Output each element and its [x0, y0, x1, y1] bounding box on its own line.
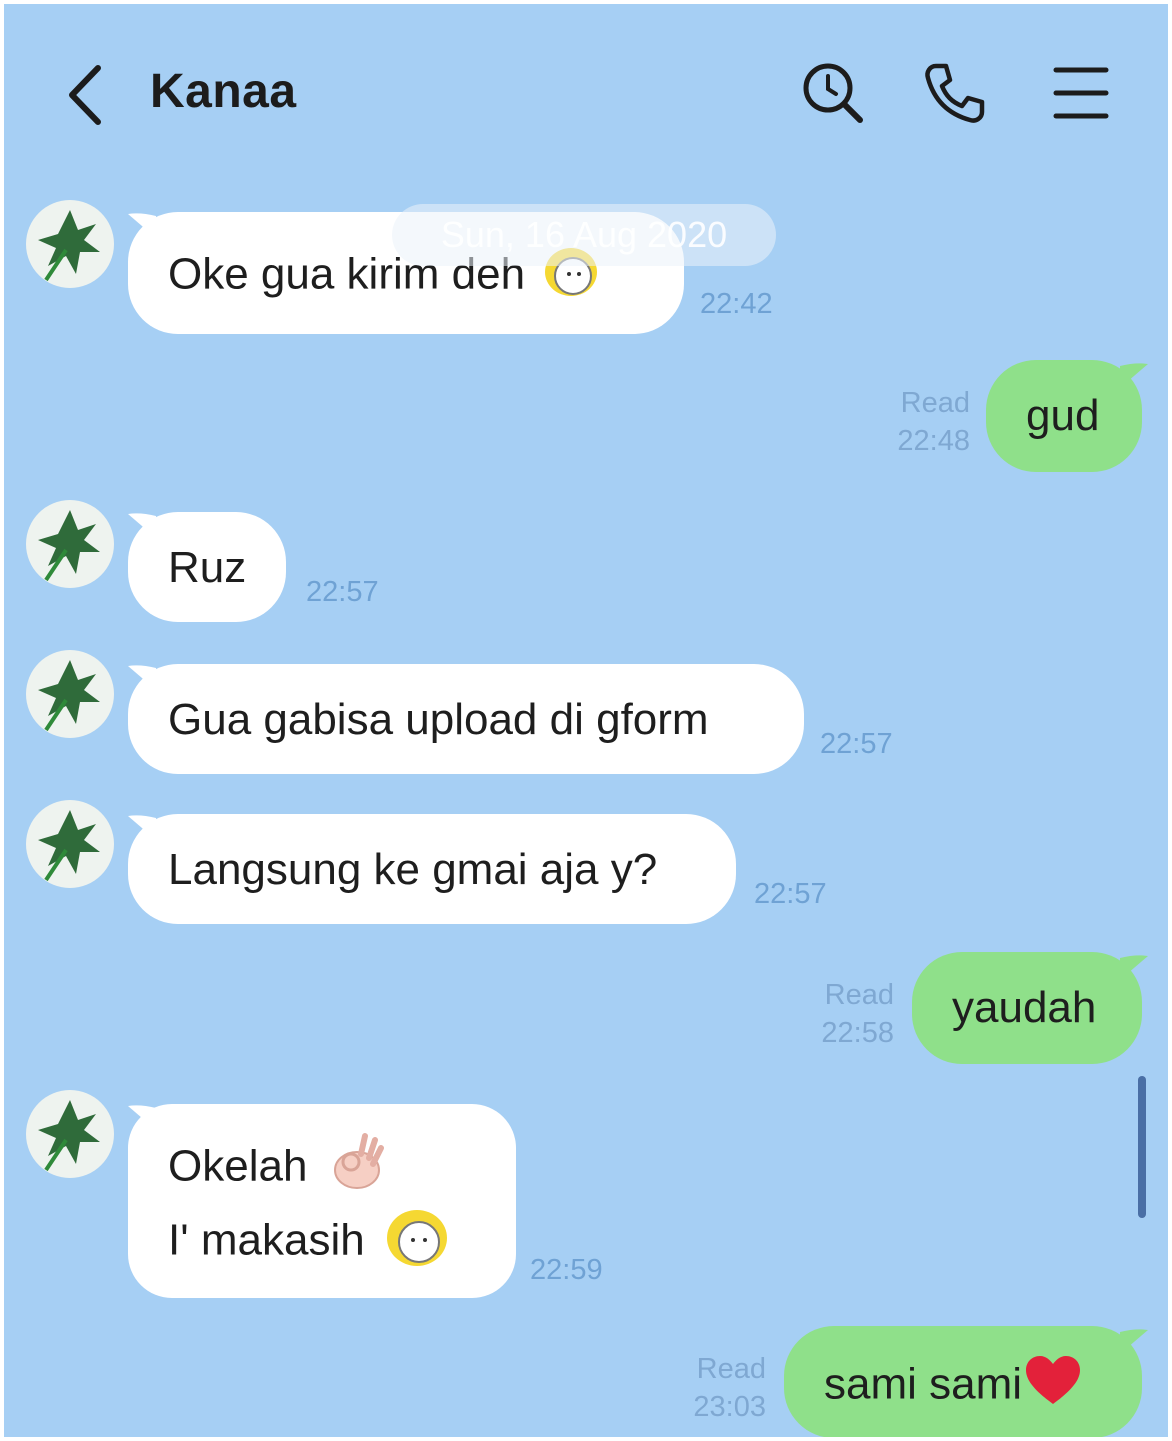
message-bubble[interactable]: Gua gabisa upload di gform — [128, 664, 804, 774]
read-receipt: Read 23:03 — [670, 1350, 766, 1426]
chat-header: Kanaa — [4, 4, 1168, 184]
contact-avatar[interactable] — [26, 1090, 114, 1178]
message-text: gud — [1026, 391, 1100, 440]
message-text: Gua gabisa upload di gform — [168, 695, 709, 744]
search-icon[interactable] — [800, 60, 866, 126]
bubble-tail — [1120, 955, 1148, 980]
contact-avatar[interactable] — [26, 650, 114, 738]
phone-icon[interactable] — [922, 60, 988, 126]
read-receipt: Read 22:58 — [798, 976, 894, 1052]
message-bubble[interactable]: gud — [986, 360, 1142, 472]
message-bubble[interactable]: Okelah I' makasih — [128, 1104, 516, 1298]
heart-icon — [1024, 1354, 1082, 1420]
contact-avatar[interactable] — [26, 800, 114, 888]
back-arrow-icon[interactable] — [62, 62, 112, 128]
message-time: 22:57 — [754, 878, 827, 910]
ok-hand-icon — [321, 1132, 385, 1206]
message-line: Okelah — [168, 1132, 476, 1200]
message-text: Ruz — [168, 543, 247, 592]
message-text: sami sami — [824, 1359, 1023, 1409]
read-label: Read — [824, 979, 894, 1011]
bubble-tail — [1120, 363, 1148, 388]
read-label: Read — [900, 387, 970, 419]
message-time: 22:42 — [700, 288, 773, 320]
read-receipt: Read 22:48 — [874, 384, 970, 460]
message-bubble[interactable]: sami sami — [784, 1326, 1142, 1437]
message-time: 22:59 — [530, 1254, 603, 1286]
message-time: 22:48 — [897, 425, 970, 457]
message-bubble[interactable]: yaudah — [912, 952, 1142, 1064]
message-text: Langsung ke gmai aja y? — [168, 845, 658, 894]
message-bubble[interactable]: Ruz — [128, 512, 286, 622]
message-time: 23:03 — [693, 1391, 766, 1423]
date-separator: Sun, 16 Aug 2020 — [392, 204, 776, 266]
message-time: 22:57 — [820, 728, 893, 760]
message-time: 22:58 — [821, 1017, 894, 1049]
message-time: 22:57 — [306, 576, 379, 608]
message-bubble[interactable]: Langsung ke gmai aja y? — [128, 814, 736, 924]
menu-icon[interactable] — [1048, 60, 1114, 126]
chat-screen: Kanaa Oke gua kirim deh Sun, 16 Aug 2020… — [4, 4, 1168, 1437]
girl-sticker-icon — [379, 1204, 451, 1282]
bubble-tail — [1120, 1329, 1148, 1354]
message-text: Okelah — [168, 1141, 308, 1191]
chat-title: Kanaa — [150, 65, 297, 118]
message-line: I' makasih — [168, 1204, 476, 1272]
message-text: yaudah — [952, 983, 1097, 1032]
contact-avatar[interactable] — [26, 200, 114, 288]
message-text: I' makasih — [168, 1215, 365, 1265]
read-label: Read — [696, 1353, 766, 1385]
contact-avatar[interactable] — [26, 500, 114, 588]
scrollbar[interactable] — [1138, 1076, 1146, 1218]
